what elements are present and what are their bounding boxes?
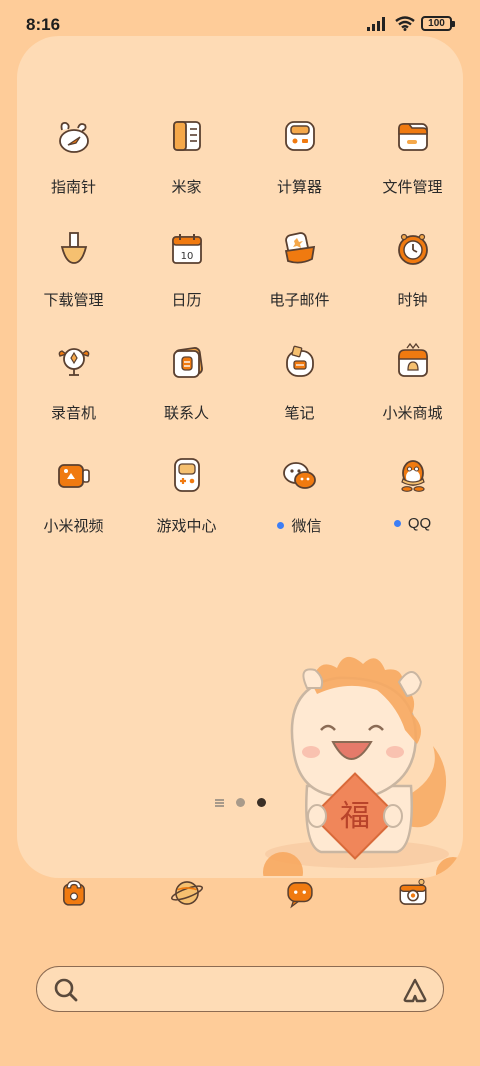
app-folder-panel: 指南针 米家 计算器 文件管理 下载管理 10 日历 电子邮件 时钟 录音机 联… (17, 36, 463, 878)
app-grid: 指南针 米家 计算器 文件管理 下载管理 10 日历 电子邮件 时钟 录音机 联… (17, 116, 463, 543)
mi-store-icon (393, 342, 433, 382)
app-label: 电子邮件 (269, 292, 330, 309)
app-notes[interactable]: 笔记 (243, 342, 356, 430)
page-dot[interactable] (236, 798, 245, 807)
dock-camera[interactable] (396, 876, 430, 916)
page-indicator (215, 798, 266, 807)
app-calendar[interactable]: 10 日历 (130, 229, 243, 317)
new-badge-dot (277, 522, 285, 529)
app-game-center[interactable]: 游戏中心 (130, 455, 243, 543)
app-label: QQ (407, 515, 432, 532)
app-label: 小米视频 (43, 518, 104, 535)
app-calculator[interactable]: 计算器 (243, 116, 356, 204)
horse-mascot-illustration: 福 (263, 656, 463, 876)
app-label: 计算器 (276, 179, 322, 196)
file-manager-icon (393, 116, 433, 156)
clock-icon (393, 229, 433, 269)
notes-icon (280, 342, 320, 382)
status-icons: 100 (367, 16, 455, 31)
recorder-icon (54, 342, 94, 382)
app-mijia[interactable]: 米家 (130, 116, 243, 204)
app-download-manager[interactable]: 下载管理 (17, 229, 130, 317)
compass-icon (54, 116, 94, 156)
dock-messages[interactable] (283, 876, 317, 916)
app-label: 指南针 (50, 179, 96, 196)
app-label: 小米商城 (382, 405, 443, 422)
dock (17, 876, 463, 916)
app-contacts[interactable]: 联系人 (130, 342, 243, 430)
app-label: 日历 (171, 292, 202, 309)
email-icon (280, 229, 320, 269)
app-file-manager[interactable]: 文件管理 (356, 116, 463, 204)
camera-icon (398, 878, 427, 905)
app-label: 联系人 (163, 405, 209, 422)
download-icon (54, 229, 94, 269)
contacts-icon (167, 342, 207, 382)
app-compass[interactable]: 指南针 (17, 116, 130, 204)
app-wechat[interactable]: 微信 (243, 455, 356, 543)
calculator-icon (280, 116, 320, 156)
app-label: 米家 (171, 179, 202, 196)
calendar-icon: 10 (167, 229, 207, 269)
app-label: 录音机 (50, 405, 96, 422)
app-mi-video[interactable]: 小米视频 (17, 455, 130, 543)
mijia-icon (167, 116, 207, 156)
page-dot-active[interactable] (257, 798, 266, 807)
game-center-icon (167, 455, 207, 495)
mi-video-icon (54, 455, 94, 495)
app-label: 文件管理 (382, 179, 443, 196)
browser-icon (170, 881, 203, 905)
app-label: 微信 (291, 518, 322, 535)
app-qq[interactable]: QQ (356, 455, 463, 543)
battery-indicator: 100 (421, 16, 455, 31)
app-label: 时钟 (397, 292, 428, 309)
fu-character: 福 (340, 799, 370, 834)
signal-icon (367, 16, 385, 31)
app-label: 下载管理 (43, 292, 104, 309)
status-time: 8:16 (26, 15, 61, 34)
app-email[interactable]: 电子邮件 (243, 229, 356, 317)
app-clock[interactable]: 时钟 (356, 229, 463, 317)
app-recorder[interactable]: 录音机 (17, 342, 130, 430)
app-label: 笔记 (284, 405, 315, 422)
ai-assistant-icon[interactable] (401, 977, 429, 1003)
app-mi-store[interactable]: 小米商城 (356, 342, 463, 430)
dock-browser[interactable] (170, 876, 204, 916)
new-badge-dot (393, 520, 401, 527)
messages-icon (286, 882, 313, 909)
wechat-icon (280, 455, 320, 495)
app-label: 游戏中心 (156, 518, 217, 535)
dock-phone[interactable] (57, 876, 91, 916)
qq-icon (393, 455, 433, 495)
page-indicator-menu[interactable] (215, 798, 224, 807)
wifi-icon (395, 16, 415, 31)
phone-icon (62, 880, 85, 906)
calendar-date: 10 (180, 251, 193, 262)
search-bar[interactable] (36, 966, 444, 1012)
search-icon[interactable] (53, 977, 79, 1003)
